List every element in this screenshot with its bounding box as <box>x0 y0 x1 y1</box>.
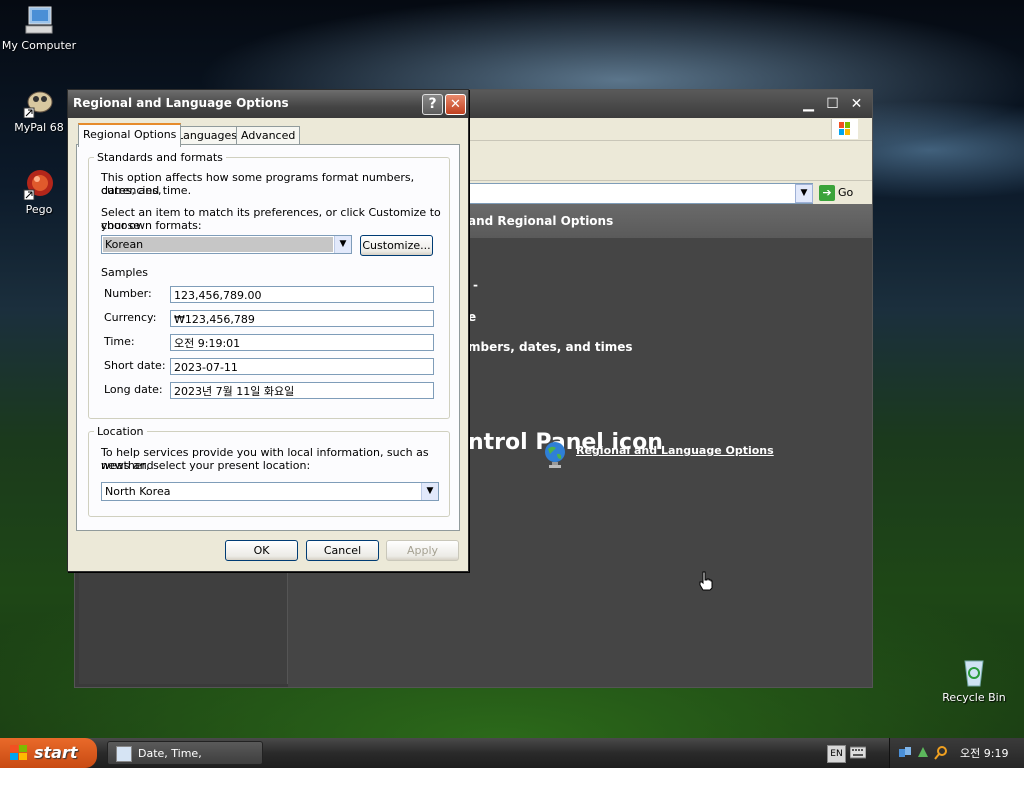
minimize-icon: ▁ <box>803 96 814 112</box>
task-line-3[interactable]: mbers, dates, and times <box>468 340 633 354</box>
apply-button[interactable]: Apply <box>386 540 459 561</box>
cancel-button[interactable]: Cancel <box>306 540 379 561</box>
category-header-text: and Regional Options <box>468 214 614 228</box>
close-icon: ✕ <box>450 97 461 112</box>
sample-label-currency: Currency: <box>104 311 157 324</box>
dialog-close-button[interactable]: ✕ <box>445 94 466 115</box>
sample-label-long-date: Long date: <box>104 383 163 396</box>
location-label: Location <box>94 425 147 438</box>
sample-currency-field: ₩123,456,789 <box>170 310 434 327</box>
chevron-down-icon: ▼ <box>800 188 808 198</box>
sample-label-time: Time: <box>104 335 135 348</box>
tab-advanced[interactable]: Advanced <box>236 126 301 145</box>
location-select-value: North Korea <box>105 485 171 498</box>
desktop-icon-label: Pego <box>25 203 53 216</box>
desktop-icon-mypal[interactable]: MyPal 68 <box>1 86 77 134</box>
start-label: start <box>34 743 78 762</box>
location-group <box>88 431 450 517</box>
standards-description-line2: dates, and time. <box>101 184 192 197</box>
taskbar-item-date-time-language[interactable]: Date, Time, Languag... <box>107 741 263 784</box>
minimize-button[interactable]: ▁ <box>799 95 818 114</box>
desktop: My Computer MyPal 68 Pego Recycle Bin ▁ … <box>0 0 1024 738</box>
regional-language-dialog: Regional and Language Options ? ✕ Region… <box>67 89 469 572</box>
go-button[interactable]: ➔ Go <box>819 184 853 202</box>
computer-icon <box>23 4 55 36</box>
samples-label: Samples <box>101 266 148 279</box>
tab-languages[interactable]: Languages <box>172 126 243 145</box>
network-icon[interactable] <box>898 745 912 761</box>
sample-label-short-date: Short date: <box>104 359 166 372</box>
windows-flag-icon <box>10 745 28 761</box>
control-panel-icon <box>116 746 132 762</box>
format-select-value: Korean <box>105 238 144 251</box>
format-select[interactable]: Korean ▼ <box>101 235 352 254</box>
standards-formats-label: Standards and formats <box>94 151 226 164</box>
mypal-browser-icon <box>23 86 55 119</box>
sample-time-field: 오전 9:19:01 <box>170 334 434 351</box>
clock[interactable]: 오전 9:19 <box>960 745 1008 761</box>
pego-icon <box>23 168 55 201</box>
desktop-icon-label: My Computer <box>1 39 77 52</box>
task-line-1[interactable]: - <box>473 278 478 292</box>
dialog-title: Regional and Language Options <box>73 96 289 110</box>
desktop-icon-label: MyPal 68 <box>14 121 64 134</box>
keyboard-icon[interactable] <box>849 746 867 759</box>
start-button[interactable]: start <box>0 738 97 768</box>
tab-panel: Standards and formats This option affect… <box>76 144 460 531</box>
hand-cursor-icon <box>698 571 714 591</box>
desktop-icon-pego[interactable]: Pego <box>1 168 77 216</box>
desktop-icon-my-computer[interactable]: My Computer <box>1 4 77 52</box>
question-mark-icon: ? <box>428 96 437 112</box>
safely-remove-icon[interactable] <box>916 745 930 761</box>
tab-regional-options[interactable]: Regional Options <box>78 123 182 147</box>
language-indicator[interactable]: EN <box>827 745 846 763</box>
sample-label-number: Number: <box>104 287 152 300</box>
search-icon[interactable] <box>934 745 948 761</box>
sample-number-field: 123,456,789.00 <box>170 286 434 303</box>
ok-button[interactable]: OK <box>225 540 298 561</box>
sample-short-date-field: 2023-07-11 <box>170 358 434 375</box>
close-window-button[interactable]: ✕ <box>847 95 866 114</box>
sample-long-date-field: 2023년 7월 11일 화요일 <box>170 382 434 399</box>
system-tray: 오전 9:19 <box>889 738 1024 768</box>
maximize-button[interactable]: ☐ <box>823 95 842 114</box>
chevron-down-icon[interactable]: ▼ <box>334 236 351 253</box>
select-instruction-line2: your own formats: <box>101 219 202 232</box>
windows-logo-icon <box>831 119 858 139</box>
recycle-bin-icon <box>958 656 990 688</box>
go-arrow-icon: ➔ <box>819 185 835 201</box>
desktop-icon-recycle-bin[interactable]: Recycle Bin <box>936 656 1012 704</box>
close-icon: ✕ <box>850 96 863 112</box>
location-description-line2: weather, select your present location: <box>101 459 311 472</box>
desktop-icon-label: Recycle Bin <box>942 691 1006 704</box>
customize-button[interactable]: Customize... <box>360 235 433 256</box>
dialog-titlebar: Regional and Language Options ? ✕ <box>68 90 468 118</box>
location-select[interactable]: North Korea ▼ <box>101 482 439 501</box>
taskbar: start Date, Time, Languag... EN 오전 9:19 <box>0 738 1024 784</box>
chevron-down-icon[interactable]: ▼ <box>421 483 438 500</box>
regional-language-options-link[interactable]: Regional and Language Options <box>576 444 774 457</box>
help-button[interactable]: ? <box>422 94 443 115</box>
globe-icon <box>543 441 567 469</box>
address-dropdown-button[interactable]: ▼ <box>795 184 813 203</box>
task-line-2[interactable]: e <box>468 310 476 324</box>
maximize-icon: ☐ <box>826 96 839 112</box>
